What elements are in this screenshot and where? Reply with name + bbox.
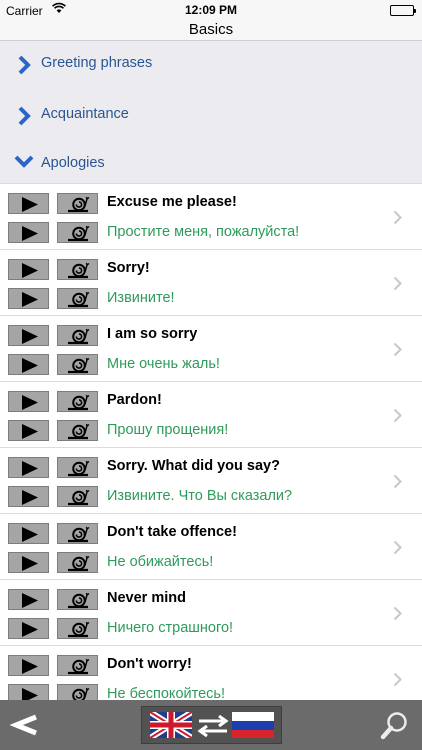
russian-phrase: Извините! — [107, 290, 175, 306]
category-label: Greeting phrases — [41, 55, 153, 71]
play-russian-button[interactable] — [8, 354, 49, 375]
phrase-row[interactable]: Sorry! Извините! — [0, 249, 422, 315]
english-phrase: Sorry. What did you say? — [107, 458, 280, 474]
russian-phrase: Извините. Что Вы сказали? — [107, 488, 293, 504]
chevron-right-icon[interactable] — [393, 276, 402, 296]
play-english-button[interactable] — [8, 523, 49, 544]
slow-play-english-button[interactable] — [57, 457, 98, 478]
phrase-row[interactable]: Don't worry! Не беспокойтесь! — [0, 645, 422, 700]
category-label: Acquaintance — [41, 106, 129, 122]
play-russian-button[interactable] — [8, 486, 49, 507]
english-phrase: Don't take offence! — [107, 524, 237, 540]
english-phrase: I am so sorry — [107, 326, 198, 342]
russian-phrase: Прошу прощения! — [107, 422, 229, 438]
play-russian-button[interactable] — [8, 222, 49, 243]
slow-play-english-button[interactable] — [57, 589, 98, 610]
status-bar: Carrier 12:09 PM — [0, 0, 422, 20]
chevron-right-icon — [16, 106, 34, 126]
slow-play-russian-button[interactable] — [57, 618, 98, 639]
slow-play-russian-button[interactable] — [57, 420, 98, 441]
play-russian-button[interactable] — [8, 288, 49, 309]
slow-play-english-button[interactable] — [57, 655, 98, 676]
slow-play-english-button[interactable] — [57, 325, 98, 346]
phrase-row[interactable]: Pardon! Прошу прощения! — [0, 381, 422, 447]
english-phrase: Don't worry! — [107, 656, 192, 672]
english-phrase: Pardon! — [107, 392, 162, 408]
slow-play-russian-button[interactable] — [57, 288, 98, 309]
phrase-row[interactable]: Don't take offence! Не обижайтесь! — [0, 513, 422, 579]
chevron-right-icon[interactable] — [393, 474, 402, 494]
chevron-right-icon[interactable] — [393, 342, 402, 362]
play-english-button[interactable] — [8, 259, 49, 280]
back-arrow-icon[interactable] — [9, 709, 42, 741]
chevron-right-icon[interactable] — [393, 210, 402, 230]
top-bar: Carrier 12:09 PM Basics — [0, 0, 422, 41]
magnifier-icon[interactable] — [380, 710, 410, 740]
chevron-right-icon[interactable] — [393, 672, 402, 692]
chevron-right-icon[interactable] — [393, 606, 402, 626]
phrase-row[interactable]: Excuse me please! Простите меня, пожалуйс… — [0, 183, 422, 249]
phrase-row[interactable]: Never mind Ничего страшного! — [0, 579, 422, 645]
uk-flag-icon — [148, 709, 194, 741]
play-english-button[interactable] — [8, 589, 49, 610]
english-phrase: Never mind — [107, 590, 186, 606]
chevron-right-icon[interactable] — [393, 408, 402, 428]
russian-phrase: Простите меня, пожалуйста! — [107, 224, 300, 240]
russian-phrase: Не обижайтесь! — [107, 554, 214, 570]
slow-play-russian-button[interactable] — [57, 486, 98, 507]
bottom-toolbar — [0, 700, 422, 750]
russian-phrase: Не беспокойтесь! — [107, 686, 225, 700]
phrase-row[interactable]: I am so sorry Мне очень жаль! — [0, 315, 422, 381]
russian-phrase: Мне очень жаль! — [107, 356, 220, 372]
english-phrase: Excuse me please! — [107, 194, 237, 210]
swap-arrows-icon — [197, 714, 229, 742]
play-english-button[interactable] — [8, 457, 49, 478]
phrase-row[interactable]: Sorry. What did you say? Извините. Что Вы… — [0, 447, 422, 513]
chevron-right-icon — [16, 55, 34, 75]
play-english-button[interactable] — [8, 655, 49, 676]
slow-play-english-button[interactable] — [57, 193, 98, 214]
slow-play-english-button[interactable] — [57, 523, 98, 544]
russian-phrase: Ничего страшного! — [107, 620, 234, 636]
play-english-button[interactable] — [8, 193, 49, 214]
slow-play-english-button[interactable] — [57, 391, 98, 412]
slow-play-russian-button[interactable] — [57, 222, 98, 243]
language-switch-button[interactable] — [141, 706, 282, 744]
battery-icon — [390, 5, 416, 16]
category-apologies[interactable]: Apologies — [0, 143, 422, 183]
category-greeting-phrases[interactable]: Greeting phrases — [0, 41, 422, 92]
play-russian-button[interactable] — [8, 618, 49, 639]
chevron-right-icon[interactable] — [393, 540, 402, 560]
status-time: 12:09 PM — [184, 3, 238, 17]
play-russian-button[interactable] — [8, 684, 49, 700]
category-label: Apologies — [41, 155, 105, 171]
slow-play-english-button[interactable] — [57, 259, 98, 280]
page-title: Basics — [188, 21, 234, 38]
chevron-down-icon — [14, 154, 34, 174]
slow-play-russian-button[interactable] — [57, 354, 98, 375]
play-russian-button[interactable] — [8, 552, 49, 573]
phrase-list[interactable]: Excuse me please! Простите меня, пожалуйс… — [0, 183, 422, 700]
play-russian-button[interactable] — [8, 420, 49, 441]
play-english-button[interactable] — [8, 391, 49, 412]
category-acquaintance[interactable]: Acquaintance — [0, 92, 422, 143]
russia-flag-icon — [232, 712, 274, 738]
play-english-button[interactable] — [8, 325, 49, 346]
english-phrase: Sorry! — [107, 260, 150, 276]
slow-play-russian-button[interactable] — [57, 684, 98, 700]
slow-play-russian-button[interactable] — [57, 552, 98, 573]
